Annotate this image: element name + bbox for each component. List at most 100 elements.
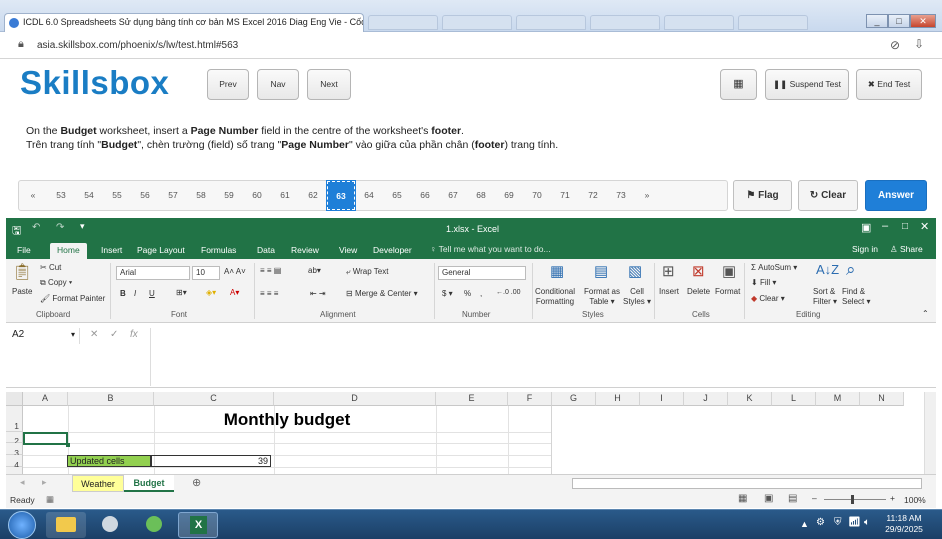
excel-restore-button[interactable]: □ <box>902 221 908 232</box>
tray-expand-icon[interactable]: ▲ <box>800 519 809 529</box>
pager-page-64[interactable]: 64 <box>355 181 383 210</box>
ribbon-tab-file[interactable]: File <box>10 243 38 259</box>
browser-tab-7[interactable] <box>738 15 808 30</box>
cell-b4-updated-cells[interactable]: Updated cells <box>67 455 151 467</box>
pager-last-button[interactable]: » <box>633 181 661 210</box>
currency-button[interactable]: $ ▾ <box>442 289 453 298</box>
insert-cells-button[interactable]: Insert <box>659 287 679 296</box>
pager-page-55[interactable]: 55 <box>103 181 131 210</box>
browser-tab-5[interactable] <box>590 15 660 30</box>
next-button[interactable]: Next <box>307 69 351 100</box>
conditional-formatting-button[interactable]: Conditional Formatting <box>535 287 575 307</box>
pager-page-62[interactable]: 62 <box>299 181 327 210</box>
download-icon[interactable]: ⇩ <box>914 37 924 51</box>
format-cells-button[interactable]: Format <box>715 287 740 296</box>
sheet-scroll-left-icon[interactable]: ◂ <box>20 477 25 488</box>
suspend-test-button[interactable]: ❚❚ Suspend Test <box>765 69 849 100</box>
volume-icon[interactable]: 🔈︎ <box>864 517 870 528</box>
zoom-slider-thumb[interactable] <box>851 495 854 504</box>
column-header-G[interactable]: G <box>552 392 596 406</box>
borders-icon[interactable]: ⊞▾ <box>176 288 187 297</box>
pager-page-71[interactable]: 71 <box>551 181 579 210</box>
comma-button[interactable]: , <box>480 289 482 298</box>
active-cell-a2[interactable] <box>23 432 68 445</box>
pager-page-69[interactable]: 69 <box>495 181 523 210</box>
row-header-1[interactable]: 1 <box>6 406 23 432</box>
align-left-center-right-icons[interactable]: ≡ ≡ ≡ <box>260 289 278 298</box>
excel-taskbar-icon[interactable]: X <box>178 512 218 538</box>
ribbon-tab-developer[interactable]: Developer <box>366 243 419 259</box>
pager-first-button[interactable]: « <box>19 181 47 210</box>
pager-page-61[interactable]: 61 <box>271 181 299 210</box>
zoom-out-button[interactable]: – <box>812 493 817 503</box>
page-break-view-icon[interactable]: ▤ <box>788 493 797 504</box>
system-clock[interactable]: 11:18 AM 29/9/2025 <box>880 513 928 535</box>
answer-button[interactable]: Answer <box>865 180 927 211</box>
column-header-L[interactable]: L <box>772 392 816 406</box>
font-color-icon[interactable]: A▾ <box>230 288 239 297</box>
pager-page-59[interactable]: 59 <box>215 181 243 210</box>
coccoc-browser-icon[interactable] <box>134 512 174 538</box>
pager-page-54[interactable]: 54 <box>75 181 103 210</box>
network-signal-icon[interactable]: 📶︎ <box>848 517 861 528</box>
ribbon-tab-view[interactable]: View <box>332 243 364 259</box>
column-header-N[interactable]: N <box>860 392 904 406</box>
clear-button[interactable]: ↻ Clear <box>798 180 858 211</box>
macro-record-icon[interactable]: ▦ <box>46 494 54 505</box>
name-box[interactable]: A2 ▾ <box>8 328 80 344</box>
autosum-button[interactable]: Σ AutoSum ▾ <box>751 263 797 272</box>
save-icon[interactable]: 🖫︎ <box>12 222 21 241</box>
row-header-4[interactable]: 4 <box>6 455 23 470</box>
row-header-2[interactable]: 2 <box>6 432 23 446</box>
page-layout-view-icon[interactable]: ▣ <box>764 493 773 504</box>
tray-shield-icon[interactable]: ⛨ <box>834 517 842 528</box>
cell-styles-button[interactable]: Cell Styles ▾ <box>623 287 651 307</box>
file-explorer-icon[interactable] <box>46 512 86 538</box>
pager-page-65[interactable]: 65 <box>383 181 411 210</box>
url-field[interactable]: asia.skillsbox.com/phoenix/s/lw/test.htm… <box>37 40 238 51</box>
bold-button[interactable]: B <box>120 289 126 298</box>
prev-button[interactable]: Prev <box>207 69 249 100</box>
column-header-I[interactable]: I <box>640 392 684 406</box>
excel-minimize-button[interactable]: – <box>882 220 888 232</box>
end-test-button[interactable]: ✖ End Test <box>856 69 922 100</box>
pager-page-53[interactable]: 53 <box>47 181 75 210</box>
column-header-K[interactable]: K <box>728 392 772 406</box>
pager-page-63[interactable]: 63 <box>326 180 356 211</box>
clear-format-button[interactable]: ◆ Clear ▾ <box>751 294 785 303</box>
ribbon-tab-review[interactable]: Review <box>284 243 326 259</box>
pager-page-66[interactable]: 66 <box>411 181 439 210</box>
function-icon[interactable]: fx <box>130 329 138 340</box>
column-header-B[interactable]: B <box>68 392 154 406</box>
pager-page-67[interactable]: 67 <box>439 181 467 210</box>
normal-view-icon[interactable]: ▦ <box>738 493 747 504</box>
column-header-A[interactable]: A <box>23 392 68 406</box>
grow-shrink-font-buttons[interactable]: A˄ A˅ <box>224 267 246 276</box>
column-header-D[interactable]: D <box>274 392 436 406</box>
cancel-entry-icon[interactable]: ✕ <box>90 329 98 340</box>
tell-me-box[interactable]: ♀ Tell me what you want to do... <box>430 244 551 254</box>
pager-page-58[interactable]: 58 <box>187 181 215 210</box>
ribbon-tab-home[interactable]: Home <box>50 243 87 259</box>
pager-page-70[interactable]: 70 <box>523 181 551 210</box>
align-top-icons[interactable]: ≡ ≡ ▤ <box>260 266 281 275</box>
fill-button[interactable]: ⬇ Fill ▾ <box>751 278 776 287</box>
zoom-level[interactable]: 100% <box>904 495 926 505</box>
select-all-corner[interactable] <box>6 392 23 406</box>
pager-page-72[interactable]: 72 <box>579 181 607 210</box>
browser-tab-3[interactable] <box>442 15 512 30</box>
zoom-slider[interactable] <box>824 499 886 500</box>
column-header-J[interactable]: J <box>684 392 728 406</box>
browser-tab[interactable]: ICDL 6.0 Spreadsheets Sử dụng bảng tính … <box>4 13 364 32</box>
column-header-C[interactable]: C <box>154 392 274 406</box>
horizontal-scrollbar[interactable] <box>572 478 922 489</box>
paste-button[interactable]: Paste <box>12 287 32 296</box>
browser-tab-6[interactable] <box>664 15 734 30</box>
wrap-text-button[interactable]: ⤶ Wrap Text <box>346 267 388 277</box>
indent-icons[interactable]: ⇤ ⇥ <box>310 289 326 298</box>
fill-handle[interactable] <box>66 443 70 447</box>
pager-page-60[interactable]: 60 <box>243 181 271 210</box>
column-header-F[interactable]: F <box>508 392 552 406</box>
italic-button[interactable]: I <box>134 289 136 298</box>
column-header-M[interactable]: M <box>816 392 860 406</box>
